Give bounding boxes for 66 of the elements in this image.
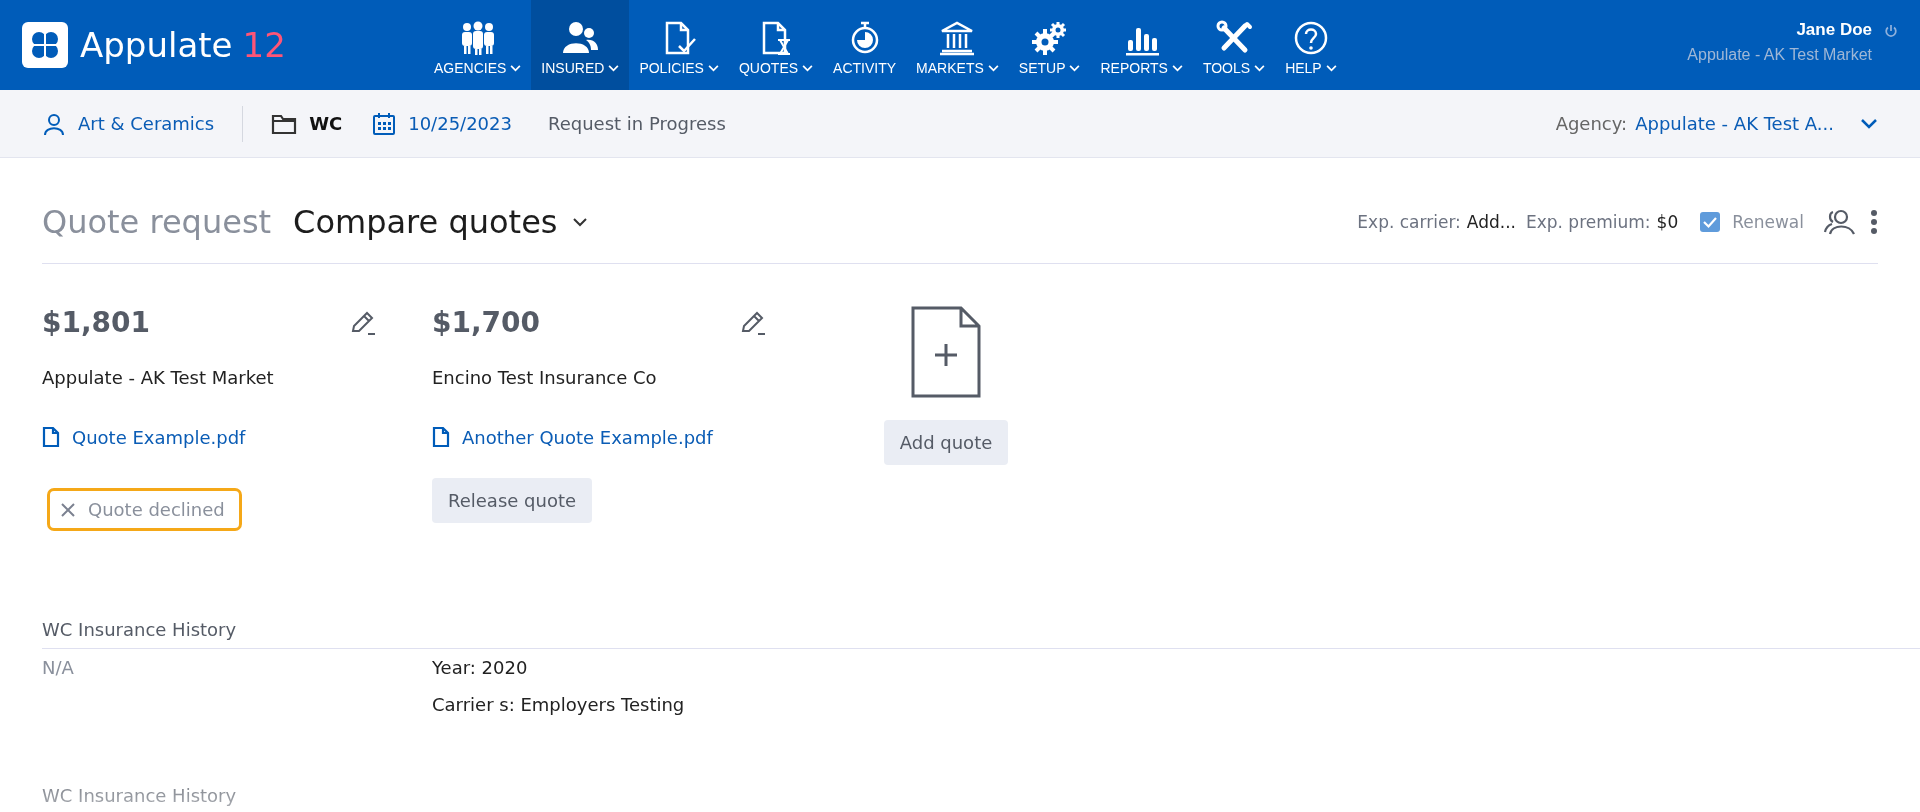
agency-link[interactable]: Appulate - AK Test A... (1635, 113, 1834, 134)
quote-premium: $1,700 (432, 306, 541, 339)
app-version: 12 (242, 25, 286, 65)
caret-icon (1069, 64, 1081, 72)
request-status: Request in Progress (547, 113, 726, 134)
app-name: Appulate (80, 25, 233, 65)
add-document-icon[interactable] (911, 306, 981, 398)
nav-tab[interactable]: HELP (1275, 0, 1347, 90)
insured-link[interactable]: Art & Ceramics (78, 113, 215, 134)
page-title: Compare quotes (293, 202, 558, 241)
caret-icon (608, 64, 620, 72)
line-of-business: WC (309, 113, 343, 134)
chevron-down-icon[interactable] (1860, 117, 1878, 130)
caret-icon (987, 64, 999, 72)
exp-carrier-label: Exp. carrier: (1357, 211, 1461, 232)
nav-tab[interactable]: POLICIES (629, 0, 729, 90)
caret-icon (707, 64, 719, 72)
renewal-checkbox[interactable] (1700, 211, 1721, 232)
nav-tab[interactable]: INSURED (531, 0, 630, 90)
carrier-name: Encino Test Insurance Co (432, 367, 657, 388)
history-detail: Year: 2020 (432, 657, 529, 678)
declined-label: Quote declined (88, 499, 225, 520)
quote-file-link[interactable]: Another Quote Example.pdf (462, 426, 713, 448)
folder-icon (271, 112, 298, 135)
nav-tab[interactable]: REPORTS (1090, 0, 1193, 90)
caret-icon (802, 64, 814, 72)
add-quote-button[interactable]: Add quote (883, 420, 1009, 465)
user-company: Appulate - AK Test Market (1687, 46, 1872, 64)
release-quote-button[interactable]: Release quote (432, 478, 593, 523)
agency-label: Agency: (1555, 113, 1628, 134)
exp-premium-value: $0 (1656, 211, 1679, 232)
nav-tab[interactable]: QUOTES (728, 0, 824, 90)
section-heading: WC Insurance History (42, 619, 238, 642)
request-date: 10/25/2023 (408, 113, 512, 134)
nav-tab[interactable]: ACTIVITY (823, 0, 907, 90)
exp-carrier-value: Add... (1466, 211, 1516, 232)
caret-icon (1254, 64, 1266, 72)
nav-tab[interactable]: AGENCIES (424, 0, 532, 90)
nav-tab[interactable]: SETUP (1008, 0, 1091, 90)
calendar-icon (372, 111, 397, 136)
chevron-down-icon[interactable] (571, 216, 588, 227)
clover-logo-icon (22, 22, 68, 68)
nav-tab[interactable]: MARKETS (906, 0, 1009, 90)
quote-file-link[interactable]: Quote Example.pdf (72, 426, 246, 448)
power-icon[interactable] (1884, 24, 1898, 38)
history-detail: Carrier s: Employers Testing (432, 694, 685, 715)
close-icon (60, 501, 76, 518)
user-name: Jane Doe (1796, 20, 1872, 40)
users-icon[interactable] (1822, 207, 1856, 236)
breadcrumb: Quote request (42, 202, 272, 241)
carrier-name: Appulate - AK Test Market (42, 367, 274, 388)
caret-icon (1325, 64, 1337, 72)
more-icon[interactable] (1870, 208, 1878, 235)
renewal-label: Renewal (1732, 211, 1804, 232)
document-icon (432, 426, 450, 448)
caret-icon (510, 64, 522, 72)
section-heading: WC Insurance History (42, 785, 238, 808)
users-icon (560, 20, 601, 56)
exp-premium-label: Exp. premium: (1525, 211, 1651, 232)
quote-premium: $1,801 (42, 306, 151, 339)
document-icon (42, 426, 60, 448)
tools-icon (1214, 20, 1254, 56)
caret-icon (1171, 64, 1183, 72)
person-icon (42, 111, 66, 136)
history-status: N/A (42, 657, 75, 680)
nav-tab[interactable]: TOOLS (1192, 0, 1276, 90)
